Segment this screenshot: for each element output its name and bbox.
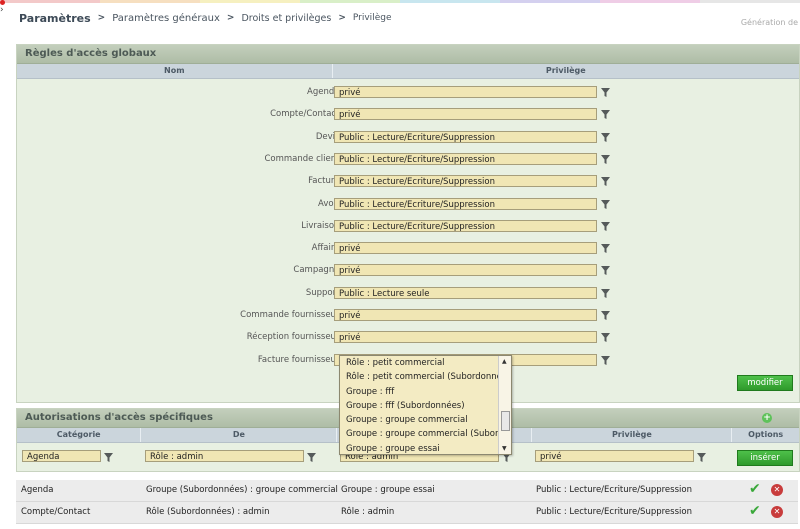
privilege-select[interactable]: Public : Lecture/Ecriture/Suppression	[334, 175, 597, 188]
top-color-strip	[0, 0, 800, 3]
rule-label: Réception fournisseur :	[246, 332, 345, 343]
global-rule-row: Avoir : Public : Lecture/Ecriture/Suppres…	[17, 197, 799, 211]
column-header-privilege: Privilège	[545, 66, 586, 75]
result-a: Rôle : admin	[341, 507, 395, 517]
result-categorie: Agenda	[21, 485, 54, 495]
filter-icon[interactable]	[601, 288, 610, 298]
dropdown-option[interactable]: Rôle : petit commercial	[340, 356, 511, 370]
dropdown-option[interactable]: Groupe : groupe commercial	[340, 413, 511, 427]
column-header-options: Options	[748, 430, 784, 439]
result-de: Groupe (Subordonnées) : groupe commercia…	[146, 485, 338, 495]
global-rules-title: Règles d'accès globaux	[17, 45, 799, 64]
validate-icon[interactable]: ✔	[749, 503, 761, 519]
breadcrumb-item-rights[interactable]: Droits et privilèges	[241, 13, 331, 24]
privilege-filter-icon[interactable]	[697, 453, 706, 462]
filter-icon[interactable]	[601, 221, 610, 231]
filter-icon[interactable]	[601, 199, 610, 209]
privilege-select[interactable]: Public : Lecture/Ecriture/Suppression	[334, 197, 597, 210]
breadcrumb-separator: >	[226, 13, 235, 23]
insert-button[interactable]: insérer	[737, 450, 793, 466]
dropdown-option[interactable]: Groupe : fff (Subordonnées)	[340, 399, 511, 413]
privilege-select[interactable]: Public : Lecture seule	[334, 286, 597, 299]
result-row: Agenda Groupe (Subordonnées) : groupe com…	[16, 480, 798, 502]
global-rule-row: Commande fournisseur : privé	[17, 308, 799, 322]
dropdown-list[interactable]: Rôle : petit commercial Rôle : petit comm…	[339, 355, 512, 455]
global-rule-row: Affaire : privé	[17, 241, 799, 255]
global-rule-row: Agenda : privé	[17, 85, 799, 99]
scroll-down-icon[interactable]: ▼	[502, 445, 507, 452]
filter-icon[interactable]	[601, 333, 610, 343]
global-rule-row: Livraison : Public : Lecture/Ecriture/Sup…	[17, 219, 799, 233]
column-header-nom: Nom	[17, 64, 333, 78]
de-select[interactable]: Rôle : admin	[145, 450, 304, 462]
privilege-select[interactable]: Public : Lecture/Ecriture/Suppression	[334, 130, 597, 143]
dropdown-scrollbar[interactable]: ▲ ▼	[498, 356, 511, 454]
privilege-select[interactable]: Public : Lecture/Ecriture/Suppression	[334, 219, 597, 232]
filter-icon[interactable]	[601, 244, 610, 254]
delete-icon[interactable]: ✕	[771, 506, 783, 518]
add-rule-icon[interactable]: +	[762, 413, 772, 423]
global-rule-row: Facture : Public : Lecture/Ecriture/Suppr…	[17, 174, 799, 188]
privilege-select[interactable]: privé	[334, 309, 597, 321]
app-logo-icon[interactable]: ›	[0, 0, 12, 22]
filter-icon[interactable]	[601, 132, 610, 142]
privilege-select[interactable]: privé	[334, 264, 597, 277]
privilege-select[interactable]: privé	[334, 242, 597, 255]
de-filter-icon[interactable]	[307, 453, 316, 462]
breadcrumb-root[interactable]: Paramètres	[19, 12, 91, 25]
categorie-select[interactable]: Agenda	[22, 450, 101, 462]
global-rule-row: Commande client : Public : Lecture/Ecritu…	[17, 152, 799, 166]
global-column-headers: Nom Privilège	[17, 64, 799, 79]
global-rules-panel: Règles d'accès globaux Nom Privilège Age…	[16, 44, 800, 403]
corner-text: Génération de	[740, 18, 798, 27]
breadcrumb-separator: >	[338, 13, 346, 23]
breadcrumb: Paramètres > Paramètres généraux > Droit…	[19, 9, 391, 27]
filter-icon[interactable]	[601, 88, 610, 97]
column-header-categorie: Catégorie	[17, 428, 142, 442]
modify-button[interactable]: modifier	[737, 375, 793, 391]
result-categorie: Compte/Contact	[21, 507, 91, 517]
rule-label: Commande fournisseur :	[240, 310, 345, 320]
dropdown-option[interactable]: Groupe : fff	[340, 385, 511, 399]
breadcrumb-item-general[interactable]: Paramètres généraux	[112, 13, 220, 24]
breadcrumb-current: Privilège	[352, 13, 392, 23]
dropdown-option[interactable]: Groupe : groupe commercial (Subordonnées…	[340, 427, 511, 441]
column-header-de: De	[141, 428, 338, 442]
rule-label: Commande client :	[264, 153, 345, 164]
privilege-select[interactable]: privé	[334, 108, 597, 121]
filter-icon[interactable]	[601, 154, 610, 164]
filter-icon[interactable]	[601, 110, 610, 120]
categorie-filter-icon[interactable]	[104, 453, 113, 462]
global-rule-row: Compte/Contact : privé	[17, 107, 799, 121]
filter-icon[interactable]	[601, 311, 610, 320]
privilege-select[interactable]: privé	[334, 86, 597, 98]
result-row: Compte/Contact Rôle (Subordonnées) : admi…	[16, 502, 798, 524]
result-privilege: Public : Lecture/Ecriture/Suppression	[536, 485, 692, 495]
result-privilege: Public : Lecture/Ecriture/Suppression	[536, 507, 692, 517]
dropdown-option[interactable]: Rôle : petit commercial (Subordonnées)	[340, 370, 511, 384]
privilege-select[interactable]: Public : Lecture/Ecriture/Suppression	[334, 152, 597, 165]
filter-icon[interactable]	[601, 177, 610, 187]
result-a: Groupe : groupe essai	[341, 485, 435, 495]
delete-icon[interactable]: ✕	[771, 484, 783, 496]
scroll-up-icon[interactable]: ▲	[502, 358, 507, 365]
dropdown-option[interactable]: Groupe : groupe essai	[340, 442, 511, 454]
validate-icon[interactable]: ✔	[749, 481, 761, 497]
scroll-thumb[interactable]	[501, 411, 510, 431]
result-de: Rôle (Subordonnées) : admin	[146, 507, 270, 517]
rule-label: Facture fournisseur :	[257, 354, 345, 365]
specific-rules-title-text: Autorisations d'accès spécifiques	[25, 412, 213, 423]
column-header-privilege: Privilège	[532, 428, 733, 442]
global-rule-row: Support : Public : Lecture seule	[17, 286, 799, 300]
privilege-select[interactable]: privé	[535, 450, 694, 462]
global-rule-row: Campagne : privé	[17, 263, 799, 277]
global-rule-row: Devis : Public : Lecture/Ecriture/Suppres…	[17, 130, 799, 144]
breadcrumb-separator: >	[97, 13, 106, 23]
privilege-select[interactable]: privé	[334, 331, 597, 344]
global-rule-row: Réception fournisseur : privé	[17, 330, 799, 344]
filter-icon[interactable]	[601, 266, 610, 276]
filter-icon[interactable]	[601, 355, 610, 365]
